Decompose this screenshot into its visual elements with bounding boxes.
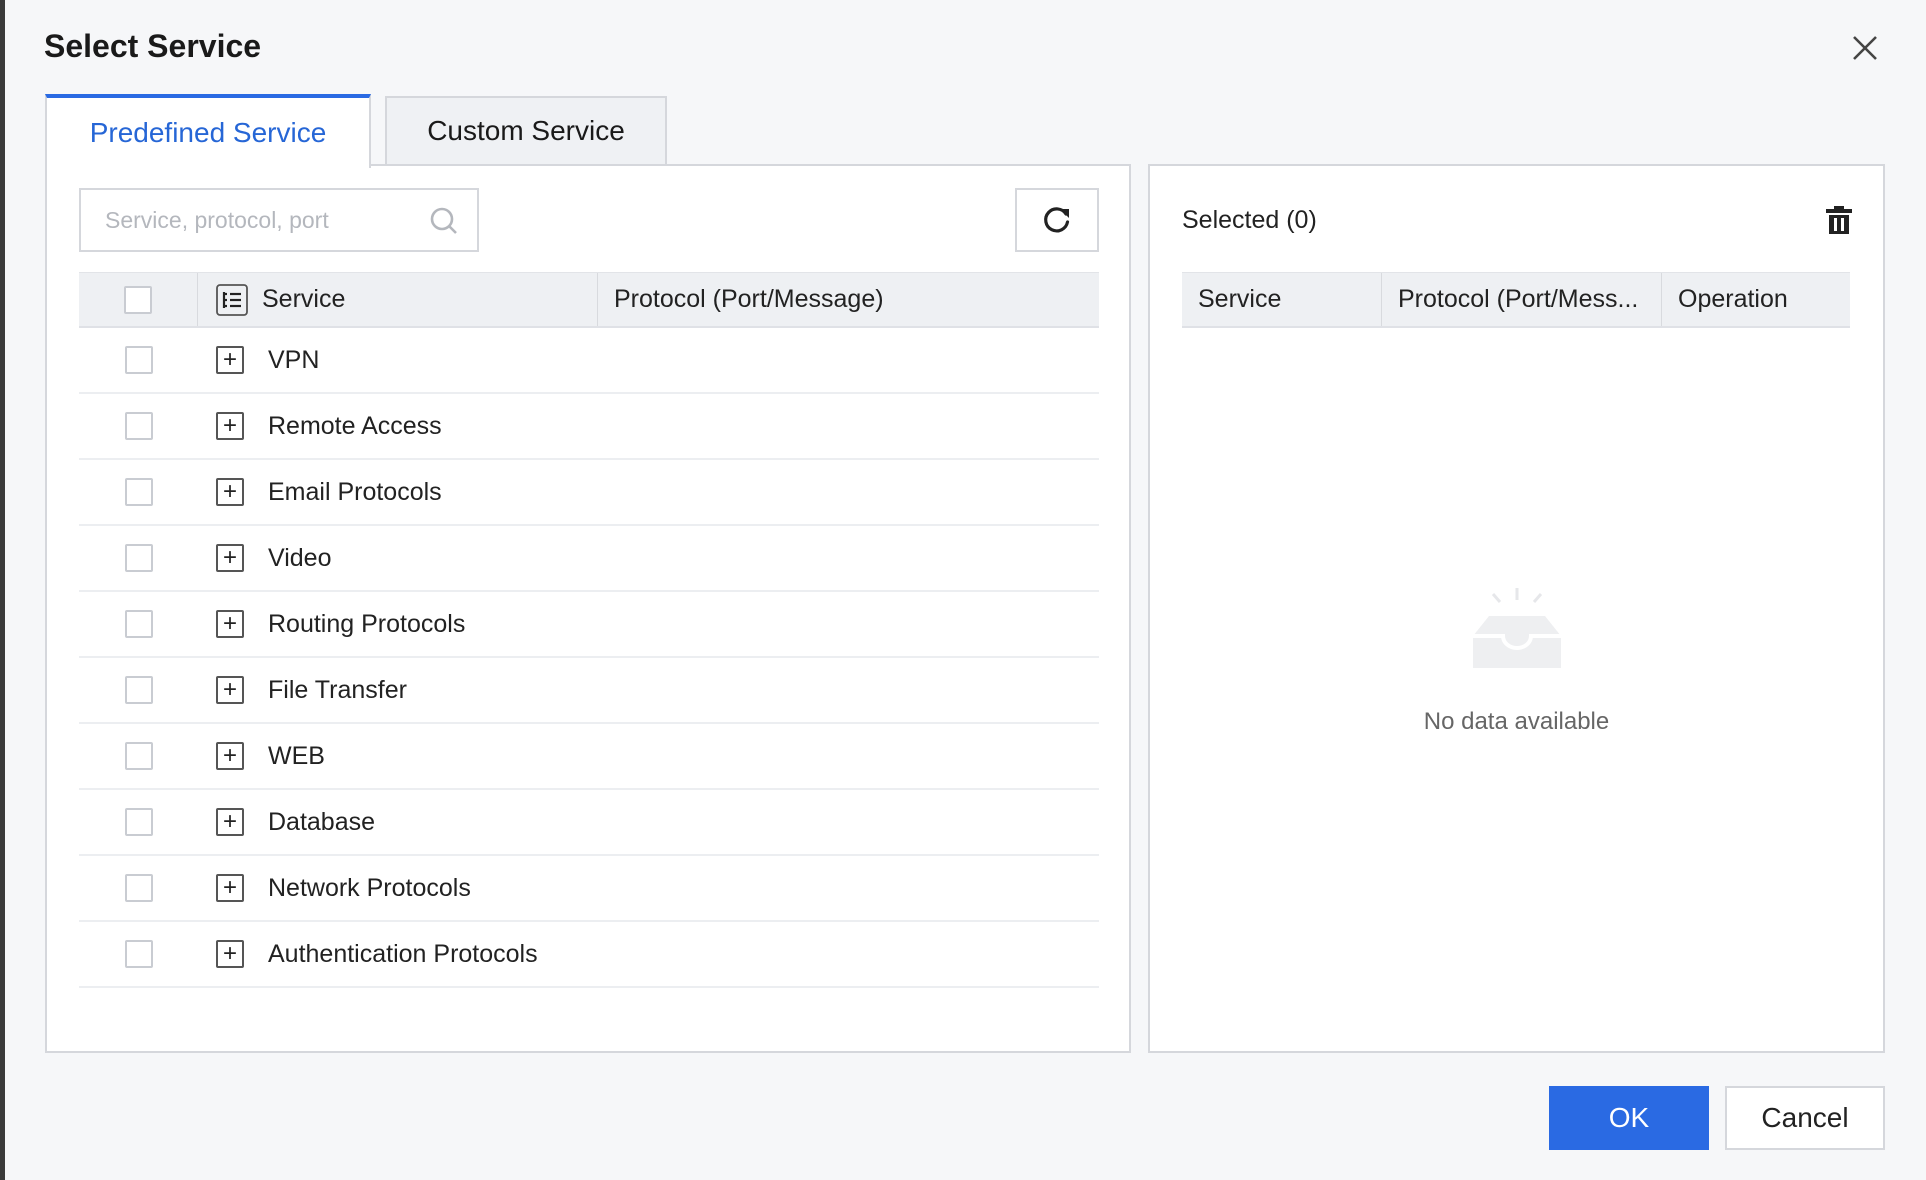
- empty-state-text: No data available: [1423, 708, 1610, 735]
- row-checkbox[interactable]: [124, 940, 153, 968]
- table-row: + File Transfer: [79, 658, 1099, 724]
- cancel-button[interactable]: Cancel: [1725, 1086, 1885, 1150]
- plus-square-icon[interactable]: +: [216, 676, 244, 704]
- search-input[interactable]: [81, 206, 421, 234]
- plus-square-icon[interactable]: +: [216, 874, 244, 902]
- tab-custom-service[interactable]: Custom Service: [385, 96, 667, 166]
- row-checkbox[interactable]: [124, 676, 153, 704]
- selected-table: Service Protocol (Port/Mess... Operation: [1182, 272, 1850, 328]
- search-box: [79, 188, 479, 252]
- table-body: + VPN + Remote Access + Email Protocols + Video…: [79, 328, 1099, 988]
- plus-square-icon[interactable]: +: [216, 346, 244, 374]
- row-checkbox[interactable]: [124, 874, 153, 902]
- service-name: Database: [268, 807, 376, 836]
- row-checkbox[interactable]: [124, 610, 153, 638]
- table-row: + Video: [79, 526, 1099, 592]
- close-button[interactable]: [1845, 28, 1885, 68]
- table-row: + Email Protocols: [79, 460, 1099, 526]
- service-name: Authentication Protocols: [268, 939, 538, 968]
- service-name: Network Protocols: [268, 873, 471, 902]
- select-service-dialog: Select Service Predefined Service Custom…: [5, 0, 1926, 1180]
- plus-square-icon[interactable]: +: [216, 610, 244, 638]
- empty-box-icon: [1472, 588, 1561, 668]
- table-header: Service Protocol (Port/Message): [79, 272, 1099, 328]
- refresh-icon: [1044, 207, 1070, 233]
- selected-count-title: Selected (0): [1182, 206, 1317, 234]
- table-row: + Database: [79, 790, 1099, 856]
- search-icon[interactable]: [429, 206, 459, 236]
- service-name: Video: [268, 543, 332, 572]
- service-list-panel: Service Protocol (Port/Message) + VPN + Rem…: [45, 164, 1131, 1053]
- table-row: + WEB: [79, 724, 1099, 790]
- table-row: + Routing Protocols: [79, 592, 1099, 658]
- service-name: Routing Protocols: [268, 609, 466, 638]
- service-name: WEB: [268, 741, 325, 770]
- column-header-protocol: Protocol (Port/Message): [614, 285, 884, 313]
- empty-state: No data available: [1150, 586, 1883, 736]
- select-all-checkbox[interactable]: [124, 285, 152, 314]
- selected-table-header: Service Protocol (Port/Mess... Operation: [1182, 272, 1850, 328]
- row-checkbox[interactable]: [124, 808, 153, 836]
- service-name: Remote Access: [268, 411, 442, 440]
- plus-square-icon[interactable]: +: [216, 940, 244, 968]
- close-icon: [1853, 36, 1877, 60]
- service-name: VPN: [268, 345, 320, 374]
- row-checkbox[interactable]: [124, 346, 153, 374]
- service-name: Email Protocols: [268, 477, 442, 506]
- plus-square-icon[interactable]: +: [216, 808, 244, 836]
- selected-column-service: Service: [1198, 285, 1282, 313]
- column-header-service: Service: [262, 285, 346, 313]
- tab-bar: Predefined Service Custom Service: [45, 94, 667, 168]
- plus-square-icon[interactable]: +: [216, 742, 244, 770]
- table-row: + Network Protocols: [79, 856, 1099, 922]
- table-row: + Authentication Protocols: [79, 922, 1099, 988]
- service-table: Service Protocol (Port/Message) + VPN + Rem…: [79, 272, 1099, 988]
- trash-icon[interactable]: [1822, 203, 1856, 237]
- dialog-title: Select Service: [44, 28, 262, 64]
- tab-predefined-service[interactable]: Predefined Service: [45, 94, 371, 168]
- tree-list-icon[interactable]: [216, 283, 248, 316]
- row-checkbox[interactable]: [124, 544, 153, 572]
- selected-column-operation: Operation: [1678, 285, 1788, 313]
- service-name: File Transfer: [268, 675, 407, 704]
- row-checkbox[interactable]: [124, 412, 153, 440]
- plus-square-icon[interactable]: +: [216, 544, 244, 572]
- row-checkbox[interactable]: [124, 478, 153, 506]
- refresh-button[interactable]: [1015, 188, 1099, 252]
- selected-column-protocol: Protocol (Port/Mess...: [1398, 285, 1639, 313]
- plus-square-icon[interactable]: +: [216, 412, 244, 440]
- ok-button[interactable]: OK: [1549, 1086, 1709, 1150]
- plus-square-icon[interactable]: +: [216, 478, 244, 506]
- table-row: + Remote Access: [79, 394, 1099, 460]
- row-checkbox[interactable]: [124, 742, 153, 770]
- selected-panel: Selected (0) Service Protocol (Port/Mess…: [1148, 164, 1885, 1053]
- table-row: + VPN: [79, 328, 1099, 394]
